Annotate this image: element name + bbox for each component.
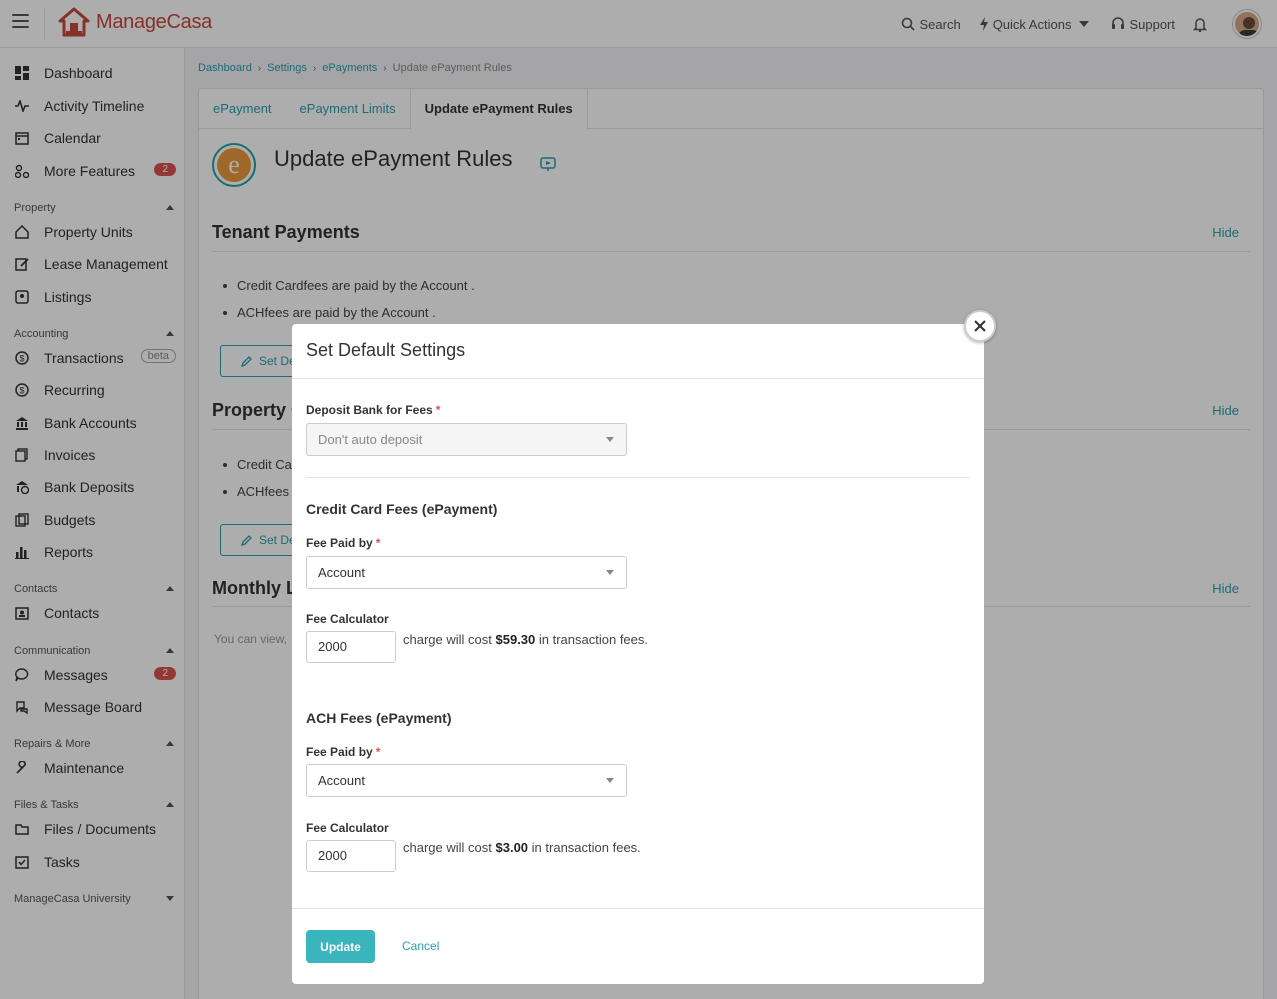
calc-prefix: charge will cost bbox=[403, 632, 492, 647]
cc-fee-calculator-label: Fee Calculator bbox=[306, 612, 389, 626]
select-value: Account bbox=[318, 565, 365, 580]
divider bbox=[292, 908, 984, 909]
required-marker: * bbox=[375, 536, 381, 550]
modal-title: Set Default Settings bbox=[306, 340, 466, 360]
chevron-down-icon bbox=[606, 778, 614, 783]
cc-fees-title: Credit Card Fees (ePayment) bbox=[306, 501, 498, 517]
set-default-settings-modal: Set Default Settings Deposit Bank for Fe… bbox=[292, 324, 984, 984]
ach-fee-calculator-label: Fee Calculator bbox=[306, 821, 389, 835]
cc-amount-input[interactable]: 2000 bbox=[306, 631, 396, 663]
select-value: Account bbox=[318, 773, 365, 788]
chevron-down-icon bbox=[606, 570, 614, 575]
close-button[interactable] bbox=[964, 310, 996, 342]
divider bbox=[292, 378, 984, 379]
update-button[interactable]: Update bbox=[306, 930, 375, 963]
deposit-bank-label: Deposit Bank for Fees * bbox=[306, 403, 440, 417]
cancel-button[interactable]: Cancel bbox=[402, 939, 439, 953]
chevron-down-icon bbox=[606, 437, 614, 442]
ach-fee-paid-select[interactable]: Account bbox=[306, 764, 627, 797]
required-marker: * bbox=[435, 403, 441, 417]
cc-cost-value: $59.30 bbox=[495, 632, 536, 647]
calc-suffix: in transaction fees. bbox=[538, 632, 649, 647]
label-text: Fee Paid by bbox=[306, 745, 373, 759]
cc-calc-result: charge will cost $59.30 in transaction f… bbox=[403, 632, 648, 647]
cc-fee-paid-select[interactable]: Account bbox=[306, 556, 627, 589]
select-value: Don't auto deposit bbox=[318, 432, 423, 447]
ach-cost-value: $3.00 bbox=[495, 840, 529, 855]
cc-fee-paid-label: Fee Paid by * bbox=[306, 536, 380, 550]
close-icon bbox=[974, 320, 986, 332]
label-text: Fee Paid by bbox=[306, 536, 373, 550]
divider bbox=[306, 477, 970, 478]
required-marker: * bbox=[375, 745, 381, 759]
calc-suffix: in transaction fees. bbox=[531, 840, 641, 855]
label-text: Deposit Bank for Fees bbox=[306, 403, 433, 417]
ach-amount-input[interactable]: 2000 bbox=[306, 840, 396, 872]
ach-calc-result: charge will cost $3.00 in transaction fe… bbox=[403, 840, 641, 855]
ach-fees-title: ACH Fees (ePayment) bbox=[306, 710, 452, 726]
deposit-bank-select[interactable]: Don't auto deposit bbox=[306, 423, 627, 456]
calc-prefix: charge will cost bbox=[403, 840, 492, 855]
ach-fee-paid-label: Fee Paid by * bbox=[306, 745, 380, 759]
